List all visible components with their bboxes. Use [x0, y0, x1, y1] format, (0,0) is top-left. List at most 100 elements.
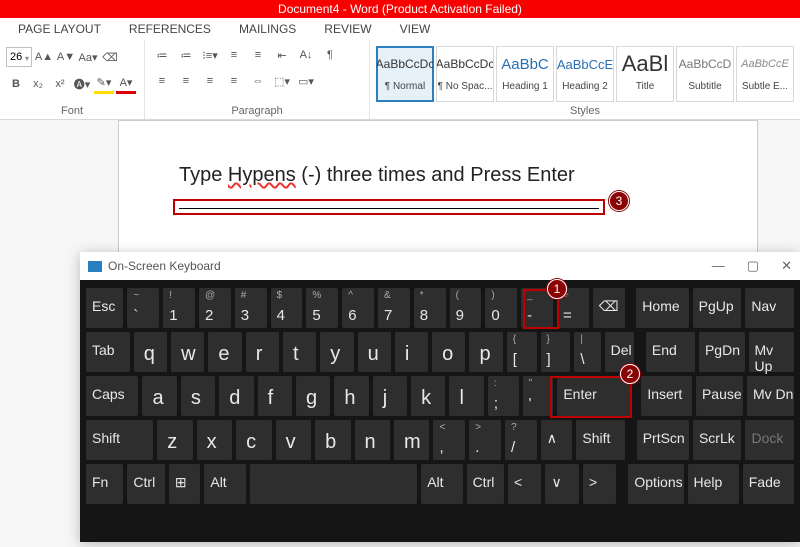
key-fn[interactable]: Fn [86, 464, 123, 504]
key-4[interactable]: $4 [271, 288, 303, 328]
osk-titlebar[interactable]: On-Screen Keyboard — ▢ ✕ [80, 252, 800, 280]
key-ctrl[interactable]: Ctrl [127, 464, 164, 504]
key-9[interactable]: (9 [450, 288, 482, 328]
key-1[interactable]: !1 [163, 288, 195, 328]
key-3[interactable]: #3 [235, 288, 267, 328]
key-mvdn[interactable]: Mv Dn [747, 376, 794, 416]
multilevel-btn[interactable]: ⁝≡▾ [199, 44, 221, 66]
key-alt[interactable]: Alt [204, 464, 245, 504]
key-mvup[interactable]: Mv Up [749, 332, 795, 372]
tab-view[interactable]: VIEW [400, 22, 431, 36]
key-p[interactable]: p [469, 332, 502, 372]
style---normal[interactable]: AaBbCcDc¶ Normal [376, 46, 434, 102]
key-c[interactable]: c [236, 420, 271, 460]
key-scrlk[interactable]: ScrLk [693, 420, 742, 460]
numbering-btn[interactable]: ≔ [175, 44, 197, 66]
key-pause[interactable]: Pause [696, 376, 743, 416]
close-btn[interactable]: ✕ [781, 258, 792, 274]
key-[interactable]: ?/ [505, 420, 537, 460]
key-nav[interactable]: Nav [745, 288, 794, 328]
key-home[interactable]: Home [636, 288, 688, 328]
tab-references[interactable]: REFERENCES [129, 22, 211, 36]
key-[interactable]: <, [433, 420, 465, 460]
key-options[interactable]: Options [628, 464, 683, 504]
key-[interactable]: {[ [507, 332, 537, 372]
key-5[interactable]: %5 [306, 288, 338, 328]
style-heading-2[interactable]: AaBbCcEHeading 2 [556, 46, 614, 102]
superscript-btn[interactable]: x² [50, 74, 70, 94]
line-spacing-btn[interactable]: ⇔ [247, 70, 269, 92]
key-[interactable]: ⊞ [169, 464, 201, 504]
style-subtle-e---[interactable]: AaBbCcESubtle E... [736, 46, 794, 102]
style-title[interactable]: AaBlTitle [616, 46, 674, 102]
justify-btn[interactable]: ≡ [223, 70, 245, 92]
decrease-indent-btn[interactable]: ⇤ [271, 44, 293, 66]
key-ctrl[interactable]: Ctrl [467, 464, 504, 504]
font-color-btn[interactable]: A▾ [116, 74, 136, 94]
key-v[interactable]: v [276, 420, 311, 460]
key-[interactable]: ~` [127, 288, 159, 328]
key-tab[interactable]: Tab [86, 332, 130, 372]
show-hide-btn[interactable]: ¶ [319, 44, 341, 66]
maximize-btn[interactable]: ▢ [747, 258, 759, 274]
key-esc[interactable]: Esc [86, 288, 123, 328]
key-l[interactable]: l [449, 376, 483, 416]
grow-font-btn[interactable]: A▲ [34, 47, 54, 67]
key-pgup[interactable]: PgUp [693, 288, 742, 328]
key-x[interactable]: x [197, 420, 232, 460]
key-g[interactable]: g [296, 376, 330, 416]
key-j[interactable]: j [373, 376, 407, 416]
highlight-btn[interactable]: ✎▾ [94, 74, 114, 94]
key-insert[interactable]: Insert [641, 376, 692, 416]
clear-format-btn[interactable]: ⌫ [100, 47, 120, 67]
key-alt[interactable]: Alt [421, 464, 462, 504]
bullets-btn[interactable]: ≔ [151, 44, 173, 66]
key-b[interactable]: b [315, 420, 350, 460]
key-dock[interactable]: Dock [745, 420, 794, 460]
key-[interactable]: "' [523, 376, 554, 416]
key-shift[interactable]: Shift [576, 420, 625, 460]
key-h[interactable]: h [334, 376, 368, 416]
tab-mailings[interactable]: MAILINGS [239, 22, 296, 36]
align-btn[interactable]: ≡ [247, 44, 269, 66]
key-[interactable]: ∧ [541, 420, 573, 460]
borders-btn[interactable]: ▭▾ [295, 70, 317, 92]
align-center-btn[interactable]: ≡ [175, 70, 197, 92]
key-s[interactable]: s [181, 376, 215, 416]
key-a[interactable]: a [142, 376, 176, 416]
tab-page-layout[interactable]: PAGE LAYOUT [18, 22, 101, 36]
minimize-btn[interactable]: — [712, 258, 725, 274]
key-t[interactable]: t [283, 332, 316, 372]
align-left-btn[interactable]: ≡ [151, 70, 173, 92]
key-o[interactable]: o [432, 332, 465, 372]
key-e[interactable]: e [208, 332, 241, 372]
key-f[interactable]: f [258, 376, 292, 416]
key-2[interactable]: @2 [199, 288, 231, 328]
key-enter[interactable]: Enter [557, 376, 629, 416]
key-[interactable]: >. [469, 420, 501, 460]
key-end[interactable]: End [646, 332, 695, 372]
subscript-btn[interactable]: x₂ [28, 74, 48, 94]
key-caps[interactable]: Caps [86, 376, 138, 416]
key-d[interactable]: d [219, 376, 253, 416]
key-help[interactable]: Help [688, 464, 739, 504]
key-n[interactable]: n [355, 420, 390, 460]
style-subtitle[interactable]: AaBbCcDSubtitle [676, 46, 734, 102]
bold-btn[interactable]: B [6, 74, 26, 94]
text-effects-btn[interactable]: 🅐▾ [72, 74, 92, 94]
key-u[interactable]: u [358, 332, 391, 372]
key-k[interactable]: k [411, 376, 445, 416]
key-[interactable]: ∨ [545, 464, 578, 504]
font-size-select[interactable]: 26 [6, 47, 32, 67]
key-y[interactable]: y [320, 332, 353, 372]
key-[interactable]: |\ [574, 332, 600, 372]
key-q[interactable]: q [134, 332, 167, 372]
style-heading-1[interactable]: AaBbCHeading 1 [496, 46, 554, 102]
key-m[interactable]: m [394, 420, 429, 460]
change-case-btn[interactable]: Aa▾ [78, 47, 98, 67]
key-[interactable]: }] [541, 332, 571, 372]
key-[interactable]: < [508, 464, 541, 504]
key-[interactable]: :; [488, 376, 519, 416]
key-8[interactable]: *8 [414, 288, 446, 328]
key-pgdn[interactable]: PgDn [699, 332, 745, 372]
